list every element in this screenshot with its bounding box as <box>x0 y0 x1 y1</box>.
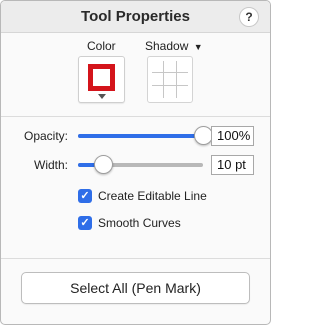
opacity-slider[interactable] <box>78 134 203 138</box>
width-field[interactable]: 10 pt <box>211 155 254 175</box>
title-bar: Tool Properties ? <box>1 1 270 33</box>
shadow-grid-icon <box>152 61 188 98</box>
divider <box>1 116 270 117</box>
shadow-menu[interactable]: Shadow ▼ <box>145 39 203 53</box>
help-button[interactable]: ? <box>239 7 259 27</box>
create-editable-line-label[interactable]: Create Editable Line <box>98 189 207 203</box>
opacity-label: Opacity: <box>24 129 69 143</box>
select-all-button[interactable]: Select All (Pen Mark) <box>21 272 250 304</box>
opacity-slider-thumb[interactable] <box>193 126 213 145</box>
create-editable-line-checkbox[interactable]: ✓ <box>78 189 92 203</box>
shadow-label: Shadow <box>145 39 189 53</box>
stroke-color-swatch <box>88 64 115 91</box>
chevron-down-icon: ▼ <box>193 42 203 52</box>
panel-title: Tool Properties <box>81 8 190 25</box>
opacity-field[interactable]: 100% <box>211 126 254 146</box>
tool-properties-panel: Tool Properties ? Color Shadow ▼ Opacity… <box>0 0 271 325</box>
width-slider-thumb[interactable] <box>93 155 113 174</box>
divider <box>1 258 270 259</box>
width-label: Width: <box>34 158 69 172</box>
smooth-curves-checkbox[interactable]: ✓ <box>78 216 92 230</box>
opacity-slider-fill <box>78 134 203 138</box>
color-well[interactable] <box>78 56 125 103</box>
chevron-down-icon <box>98 94 106 99</box>
smooth-curves-label[interactable]: Smooth Curves <box>98 216 181 230</box>
shadow-well[interactable] <box>147 56 193 103</box>
color-label: Color <box>87 39 116 53</box>
